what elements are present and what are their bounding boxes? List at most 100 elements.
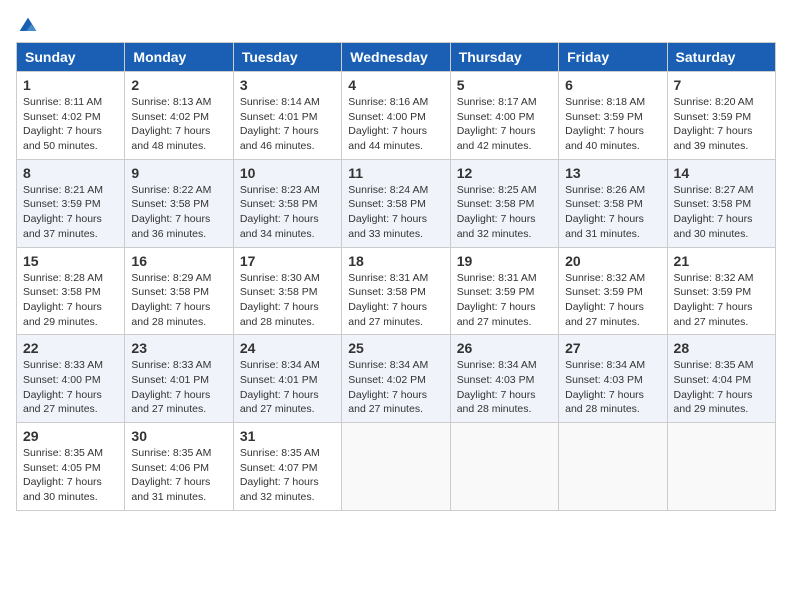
calendar-day-cell: 2 Sunrise: 8:13 AMSunset: 4:02 PMDayligh…: [125, 72, 233, 160]
calendar-day-cell: 18 Sunrise: 8:31 AMSunset: 3:58 PMDaylig…: [342, 247, 450, 335]
calendar-day-cell: [450, 423, 558, 511]
day-number: 18: [348, 253, 443, 269]
calendar-day-cell: [667, 423, 775, 511]
calendar-day-cell: 8 Sunrise: 8:21 AMSunset: 3:59 PMDayligh…: [17, 159, 125, 247]
day-number: 2: [131, 77, 226, 93]
calendar-day-cell: 16 Sunrise: 8:29 AMSunset: 3:58 PMDaylig…: [125, 247, 233, 335]
calendar-week-row: 29 Sunrise: 8:35 AMSunset: 4:05 PMDaylig…: [17, 423, 776, 511]
calendar-day-cell: 19 Sunrise: 8:31 AMSunset: 3:59 PMDaylig…: [450, 247, 558, 335]
calendar-day-cell: 29 Sunrise: 8:35 AMSunset: 4:05 PMDaylig…: [17, 423, 125, 511]
day-number: 30: [131, 428, 226, 444]
day-number: 16: [131, 253, 226, 269]
day-number: 4: [348, 77, 443, 93]
calendar-day-header: Wednesday: [342, 43, 450, 72]
day-info: Sunrise: 8:29 AMSunset: 3:58 PMDaylight:…: [131, 271, 226, 330]
calendar-day-header: Sunday: [17, 43, 125, 72]
day-number: 8: [23, 165, 118, 181]
day-number: 20: [565, 253, 660, 269]
day-number: 19: [457, 253, 552, 269]
day-info: Sunrise: 8:32 AMSunset: 3:59 PMDaylight:…: [565, 271, 660, 330]
day-info: Sunrise: 8:33 AMSunset: 4:00 PMDaylight:…: [23, 358, 118, 417]
calendar-week-row: 22 Sunrise: 8:33 AMSunset: 4:00 PMDaylig…: [17, 335, 776, 423]
calendar-day-cell: [559, 423, 667, 511]
calendar-day-cell: 14 Sunrise: 8:27 AMSunset: 3:58 PMDaylig…: [667, 159, 775, 247]
day-info: Sunrise: 8:35 AMSunset: 4:06 PMDaylight:…: [131, 446, 226, 505]
logo: [16, 16, 38, 30]
day-info: Sunrise: 8:35 AMSunset: 4:07 PMDaylight:…: [240, 446, 335, 505]
day-number: 6: [565, 77, 660, 93]
calendar-day-cell: 15 Sunrise: 8:28 AMSunset: 3:58 PMDaylig…: [17, 247, 125, 335]
calendar-day-cell: [342, 423, 450, 511]
day-info: Sunrise: 8:28 AMSunset: 3:58 PMDaylight:…: [23, 271, 118, 330]
day-number: 11: [348, 165, 443, 181]
calendar-day-header: Monday: [125, 43, 233, 72]
calendar-day-cell: 17 Sunrise: 8:30 AMSunset: 3:58 PMDaylig…: [233, 247, 341, 335]
calendar-week-row: 1 Sunrise: 8:11 AMSunset: 4:02 PMDayligh…: [17, 72, 776, 160]
day-number: 13: [565, 165, 660, 181]
calendar-day-cell: 5 Sunrise: 8:17 AMSunset: 4:00 PMDayligh…: [450, 72, 558, 160]
day-number: 12: [457, 165, 552, 181]
day-info: Sunrise: 8:14 AMSunset: 4:01 PMDaylight:…: [240, 95, 335, 154]
day-info: Sunrise: 8:18 AMSunset: 3:59 PMDaylight:…: [565, 95, 660, 154]
calendar-day-header: Saturday: [667, 43, 775, 72]
calendar-day-cell: 7 Sunrise: 8:20 AMSunset: 3:59 PMDayligh…: [667, 72, 775, 160]
day-number: 9: [131, 165, 226, 181]
calendar-day-cell: 3 Sunrise: 8:14 AMSunset: 4:01 PMDayligh…: [233, 72, 341, 160]
page-header: [16, 16, 776, 30]
calendar-day-cell: 22 Sunrise: 8:33 AMSunset: 4:00 PMDaylig…: [17, 335, 125, 423]
day-info: Sunrise: 8:30 AMSunset: 3:58 PMDaylight:…: [240, 271, 335, 330]
calendar-day-cell: 24 Sunrise: 8:34 AMSunset: 4:01 PMDaylig…: [233, 335, 341, 423]
day-number: 10: [240, 165, 335, 181]
day-info: Sunrise: 8:31 AMSunset: 3:59 PMDaylight:…: [457, 271, 552, 330]
logo-icon: [18, 16, 38, 36]
calendar-day-header: Friday: [559, 43, 667, 72]
day-info: Sunrise: 8:31 AMSunset: 3:58 PMDaylight:…: [348, 271, 443, 330]
calendar-day-cell: 28 Sunrise: 8:35 AMSunset: 4:04 PMDaylig…: [667, 335, 775, 423]
day-info: Sunrise: 8:17 AMSunset: 4:00 PMDaylight:…: [457, 95, 552, 154]
calendar-day-header: Tuesday: [233, 43, 341, 72]
day-info: Sunrise: 8:22 AMSunset: 3:58 PMDaylight:…: [131, 183, 226, 242]
calendar-day-cell: 13 Sunrise: 8:26 AMSunset: 3:58 PMDaylig…: [559, 159, 667, 247]
day-info: Sunrise: 8:32 AMSunset: 3:59 PMDaylight:…: [674, 271, 769, 330]
day-number: 28: [674, 340, 769, 356]
calendar-day-cell: 23 Sunrise: 8:33 AMSunset: 4:01 PMDaylig…: [125, 335, 233, 423]
calendar-day-cell: 27 Sunrise: 8:34 AMSunset: 4:03 PMDaylig…: [559, 335, 667, 423]
day-number: 26: [457, 340, 552, 356]
day-info: Sunrise: 8:24 AMSunset: 3:58 PMDaylight:…: [348, 183, 443, 242]
day-number: 3: [240, 77, 335, 93]
day-info: Sunrise: 8:34 AMSunset: 4:02 PMDaylight:…: [348, 358, 443, 417]
day-info: Sunrise: 8:33 AMSunset: 4:01 PMDaylight:…: [131, 358, 226, 417]
calendar-day-cell: 25 Sunrise: 8:34 AMSunset: 4:02 PMDaylig…: [342, 335, 450, 423]
day-number: 17: [240, 253, 335, 269]
calendar-day-cell: 10 Sunrise: 8:23 AMSunset: 3:58 PMDaylig…: [233, 159, 341, 247]
day-info: Sunrise: 8:34 AMSunset: 4:03 PMDaylight:…: [565, 358, 660, 417]
day-info: Sunrise: 8:11 AMSunset: 4:02 PMDaylight:…: [23, 95, 118, 154]
day-info: Sunrise: 8:34 AMSunset: 4:03 PMDaylight:…: [457, 358, 552, 417]
calendar-day-cell: 6 Sunrise: 8:18 AMSunset: 3:59 PMDayligh…: [559, 72, 667, 160]
calendar-day-cell: 9 Sunrise: 8:22 AMSunset: 3:58 PMDayligh…: [125, 159, 233, 247]
day-info: Sunrise: 8:21 AMSunset: 3:59 PMDaylight:…: [23, 183, 118, 242]
day-number: 22: [23, 340, 118, 356]
day-info: Sunrise: 8:23 AMSunset: 3:58 PMDaylight:…: [240, 183, 335, 242]
calendar-table: SundayMondayTuesdayWednesdayThursdayFrid…: [16, 42, 776, 511]
day-number: 29: [23, 428, 118, 444]
day-number: 31: [240, 428, 335, 444]
day-number: 14: [674, 165, 769, 181]
day-info: Sunrise: 8:35 AMSunset: 4:05 PMDaylight:…: [23, 446, 118, 505]
calendar-day-cell: 21 Sunrise: 8:32 AMSunset: 3:59 PMDaylig…: [667, 247, 775, 335]
calendar-day-header: Thursday: [450, 43, 558, 72]
day-number: 23: [131, 340, 226, 356]
calendar-day-cell: 26 Sunrise: 8:34 AMSunset: 4:03 PMDaylig…: [450, 335, 558, 423]
day-info: Sunrise: 8:27 AMSunset: 3:58 PMDaylight:…: [674, 183, 769, 242]
day-info: Sunrise: 8:13 AMSunset: 4:02 PMDaylight:…: [131, 95, 226, 154]
calendar-day-cell: 30 Sunrise: 8:35 AMSunset: 4:06 PMDaylig…: [125, 423, 233, 511]
day-info: Sunrise: 8:34 AMSunset: 4:01 PMDaylight:…: [240, 358, 335, 417]
calendar-header-row: SundayMondayTuesdayWednesdayThursdayFrid…: [17, 43, 776, 72]
calendar-day-cell: 20 Sunrise: 8:32 AMSunset: 3:59 PMDaylig…: [559, 247, 667, 335]
day-info: Sunrise: 8:26 AMSunset: 3:58 PMDaylight:…: [565, 183, 660, 242]
day-number: 15: [23, 253, 118, 269]
calendar-day-cell: 31 Sunrise: 8:35 AMSunset: 4:07 PMDaylig…: [233, 423, 341, 511]
day-number: 5: [457, 77, 552, 93]
day-number: 21: [674, 253, 769, 269]
day-info: Sunrise: 8:35 AMSunset: 4:04 PMDaylight:…: [674, 358, 769, 417]
